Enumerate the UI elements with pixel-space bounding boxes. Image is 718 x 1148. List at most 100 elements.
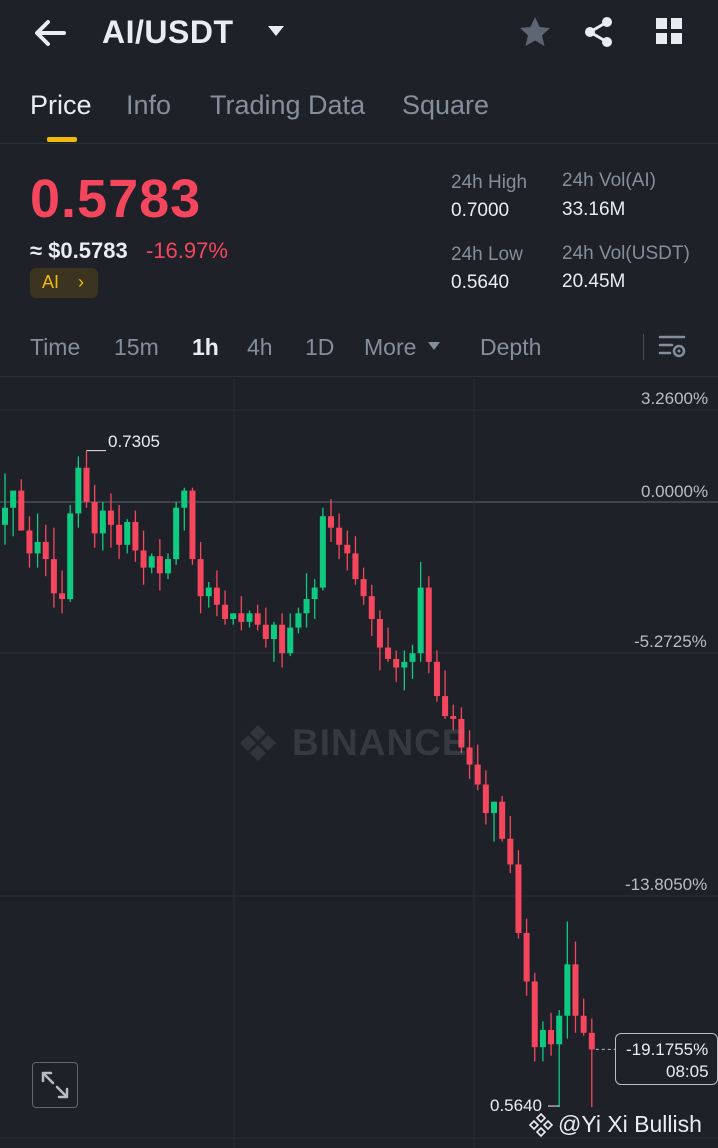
interval-15m[interactable]: 15m: [114, 334, 159, 361]
candle-body: [279, 624, 286, 654]
candle-body: [262, 624, 269, 639]
candle-body: [376, 619, 383, 648]
tab-info[interactable]: Info: [126, 90, 171, 121]
tab-square[interactable]: Square: [402, 90, 489, 121]
candle-body: [531, 981, 538, 1048]
candle-body: [50, 559, 57, 594]
candle-body: [18, 490, 25, 531]
candle-body: [319, 516, 326, 588]
candle-body: [523, 932, 530, 982]
candle-body: [548, 1029, 555, 1045]
tabs-divider: [0, 143, 718, 144]
fullscreen-button[interactable]: [32, 1062, 78, 1108]
candle-body: [132, 521, 139, 551]
interval-time[interactable]: Time: [30, 334, 80, 361]
usd-price: ≈ $0.5783: [30, 238, 128, 263]
ai-tag-label: AI: [42, 272, 60, 292]
candle-body: [246, 613, 253, 622]
candle-body: [124, 521, 131, 545]
tab-trading-data[interactable]: Trading Data: [210, 90, 365, 121]
watermark-text: BINANCE: [292, 722, 468, 763]
candle-body: [59, 593, 66, 600]
candle-body: [539, 1029, 546, 1048]
grid-menu-icon[interactable]: [650, 14, 688, 50]
candle-body: [222, 604, 229, 620]
candle-body: [75, 467, 82, 514]
vol-ai-value: 33.16M: [562, 199, 626, 220]
candle-body: [197, 559, 204, 597]
y-axis-label: -13.8050%: [625, 875, 708, 894]
candle-body: [34, 541, 41, 554]
candle-body: [328, 516, 334, 528]
ai-tag-button[interactable]: [30, 268, 98, 298]
candle-body: [344, 544, 351, 554]
candle-body: [116, 524, 123, 545]
candle-countdown: 08:05: [666, 1062, 709, 1081]
star-icon[interactable]: [516, 14, 554, 50]
caret-down-icon[interactable]: [427, 341, 441, 351]
candle-body: [295, 613, 302, 628]
last-price: 0.5783: [30, 169, 202, 229]
candle-body: [515, 864, 522, 933]
vol-usdt-value: 20.45M: [562, 271, 626, 292]
candle-body: [230, 613, 237, 620]
interval-4h[interactable]: 4h: [247, 334, 273, 361]
candle-body: [425, 587, 432, 662]
candle-body: [499, 801, 506, 839]
candle-body: [10, 490, 17, 508]
watermark-credit: @Yi Xi Bullish: [558, 1111, 702, 1137]
candle-body: [303, 599, 310, 614]
candle-body: [482, 784, 489, 814]
candle-body: [401, 661, 408, 668]
intervals-divider: [0, 376, 718, 377]
interval-1d[interactable]: 1D: [305, 334, 334, 361]
candle-body: [26, 530, 33, 554]
candle-body: [2, 507, 8, 525]
high-marker-label: 0.7305: [108, 432, 160, 451]
candle-body: [173, 507, 180, 560]
back-arrow-icon[interactable]: [30, 16, 70, 50]
candle-body: [181, 490, 188, 508]
caret-down-icon[interactable]: [266, 24, 286, 38]
expand-icon: [41, 1071, 69, 1099]
candles: [2, 450, 595, 1108]
current-pct: -19.1755%: [626, 1040, 709, 1059]
tab-price[interactable]: Price: [30, 90, 92, 121]
candle-body: [360, 579, 367, 597]
y-axis-label: -5.2725%: [634, 632, 707, 651]
high-value: 0.7000: [451, 200, 510, 221]
low-label: 24h Low: [451, 244, 523, 265]
price-change: -16.97%: [146, 238, 228, 263]
interval-1h[interactable]: 1h: [192, 334, 219, 361]
candle-body: [67, 513, 74, 600]
interval-depth[interactable]: Depth: [480, 334, 541, 361]
candle-body: [433, 661, 440, 697]
candle-body: [352, 553, 359, 580]
candle-body: [287, 627, 294, 654]
candle-body: [580, 1015, 587, 1033]
candle-body: [491, 801, 497, 814]
share-icon[interactable]: [580, 14, 618, 50]
candle-body: [238, 613, 245, 622]
high-label: 24h High: [451, 172, 528, 193]
candle-body: [254, 613, 261, 625]
low-value: 0.5640: [451, 272, 510, 293]
candle-body: [140, 550, 147, 568]
interval-more[interactable]: More: [364, 334, 416, 361]
candle-body: [91, 502, 98, 534]
pair-title[interactable]: AI/USDT: [102, 14, 234, 51]
vol-ai-label: 24h Vol(AI): [562, 170, 656, 191]
vol-usdt-label: 24h Vol(USDT): [562, 243, 690, 264]
candle-body: [99, 510, 106, 534]
y-axis-label: 0.0000%: [641, 482, 709, 501]
chart-settings-icon[interactable]: [656, 330, 688, 362]
candle-body: [385, 647, 392, 659]
chevron-right-icon: ›: [78, 272, 84, 292]
candle-body: [83, 467, 90, 502]
candle-body: [270, 624, 277, 639]
candle-body: [393, 658, 400, 668]
candle-body: [417, 587, 424, 654]
candle-body: [311, 587, 318, 600]
candle-body: [336, 527, 343, 545]
candle-body: [205, 587, 212, 597]
